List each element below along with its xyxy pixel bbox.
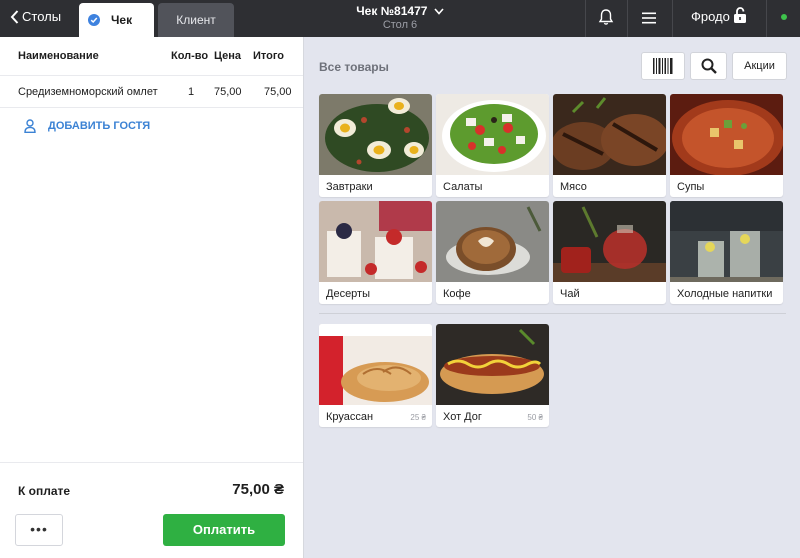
- dessert-photo: [319, 201, 432, 282]
- add-guest-button[interactable]: ДОБАВИТЬ ГОСТЯ: [24, 119, 150, 133]
- meat-photo: [553, 94, 666, 175]
- breakfast-photo: [319, 94, 432, 175]
- tab-client-label: Клиент: [176, 13, 216, 27]
- divider: [0, 462, 303, 463]
- category-tile-coffee[interactable]: Кофе: [436, 201, 549, 304]
- category-label: Мясо: [560, 181, 587, 193]
- search-button[interactable]: [690, 52, 727, 80]
- bell-icon[interactable]: [598, 8, 614, 31]
- tab-check-label: Чек: [111, 13, 133, 27]
- add-guest-label: ДОБАВИТЬ ГОСТЯ: [48, 120, 151, 132]
- total-label: К оплате: [18, 484, 71, 498]
- search-icon: [701, 58, 717, 74]
- product-label: Круассан: [326, 411, 374, 423]
- column-total: Итого: [253, 50, 285, 62]
- product-price: 25 ₴: [410, 413, 426, 422]
- order-table-header: Наименование Кол-во Цена Итого: [0, 37, 303, 76]
- order-selector[interactable]: Чек №81477: [340, 4, 460, 18]
- category-label: Супы: [677, 181, 705, 193]
- category-tile-tea[interactable]: Чай: [553, 201, 666, 304]
- column-qty: Кол-во: [171, 50, 209, 62]
- more-options-button[interactable]: •••: [15, 514, 63, 546]
- back-label: Столы: [22, 9, 62, 24]
- hotdog-photo: [436, 324, 549, 405]
- salad-photo: [436, 94, 549, 175]
- item-total: 75,00: [264, 86, 292, 98]
- divider: [672, 0, 673, 37]
- chevron-left-icon: [10, 9, 19, 24]
- category-label: Десерты: [326, 288, 371, 300]
- order-row[interactable]: Средиземноморский омлет 1 75,00 75,00: [0, 76, 303, 108]
- tab-check[interactable]: Чек: [79, 3, 154, 37]
- product-price: 50 ₴: [527, 413, 543, 422]
- order-table: Стол 6: [382, 19, 418, 31]
- barcode-icon: [653, 58, 673, 74]
- user-name[interactable]: Фродо: [691, 9, 730, 24]
- category-label: Чай: [560, 288, 580, 300]
- category-tile-meat[interactable]: Мясо: [553, 94, 666, 197]
- top-bar: Столы Чек Клиент Чек №81477 Стол 6 Фродо: [0, 0, 800, 37]
- total-value: 75,00 ₴: [232, 481, 284, 498]
- product-tile-croissant[interactable]: Круассан 25 ₴: [319, 324, 432, 427]
- divider: [319, 313, 786, 314]
- lock-open-icon[interactable]: [733, 7, 747, 29]
- chevron-down-icon: [434, 8, 444, 16]
- product-label: Хот Дог: [443, 411, 482, 423]
- category-tile-soups[interactable]: Супы: [670, 94, 783, 197]
- category-label: Завтраки: [326, 181, 373, 193]
- column-price: Цена: [214, 50, 242, 62]
- pay-button[interactable]: Оплатить: [163, 514, 285, 546]
- catalog-title: Все товары: [319, 60, 389, 74]
- category-label: Холодные напитки: [677, 288, 773, 300]
- barcode-button[interactable]: [641, 52, 685, 80]
- divider: [585, 0, 586, 37]
- category-label: Кофе: [443, 288, 471, 300]
- order-panel: Наименование Кол-во Цена Итого Средиземн…: [0, 37, 304, 558]
- divider: [627, 0, 628, 37]
- product-tile-hotdog[interactable]: Хот Дог 50 ₴: [436, 324, 549, 427]
- coffee-photo: [436, 201, 549, 282]
- tab-client[interactable]: Клиент: [158, 3, 234, 37]
- cold-drinks-photo: [670, 201, 783, 282]
- item-qty: 1: [188, 86, 195, 98]
- croissant-photo: [319, 324, 432, 405]
- item-name: Средиземноморский омлет: [18, 86, 158, 98]
- check-circle-icon: [88, 14, 100, 26]
- back-to-tables-button[interactable]: Столы: [10, 9, 61, 24]
- person-icon: [24, 119, 36, 133]
- category-label: Салаты: [443, 181, 483, 193]
- category-tile-cold-drinks[interactable]: Холодные напитки: [670, 201, 783, 304]
- tea-photo: [553, 201, 666, 282]
- online-status-dot: [781, 14, 787, 20]
- divider: [766, 0, 767, 37]
- order-title: Чек №81477: [356, 4, 428, 18]
- item-price: 75,00: [214, 86, 242, 98]
- soup-photo: [670, 94, 783, 175]
- category-tile-desserts[interactable]: Десерты: [319, 201, 432, 304]
- category-tile-salads[interactable]: Салаты: [436, 94, 549, 197]
- category-tile-breakfast[interactable]: Завтраки: [319, 94, 432, 197]
- menu-icon[interactable]: [642, 11, 656, 29]
- column-name: Наименование: [18, 50, 99, 62]
- promotions-button[interactable]: Акции: [732, 52, 787, 80]
